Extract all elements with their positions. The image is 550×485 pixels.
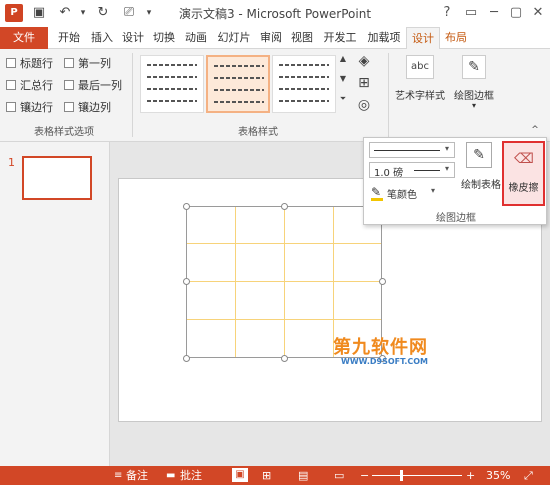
shading-icon[interactable]: ◈	[355, 53, 373, 69]
reading-view-icon[interactable]: ▤	[298, 468, 308, 483]
collapse-ribbon-icon[interactable]: ^	[528, 125, 542, 135]
zoom-level[interactable]: 35%	[486, 468, 510, 483]
table-style-thumbnail[interactable]	[272, 55, 336, 113]
tab-animations[interactable]: 动画	[180, 27, 212, 49]
wordart-styles-button[interactable]: abc 艺术字样式	[394, 53, 446, 105]
draw-table-button[interactable]: ✎ 绘制表格	[458, 142, 502, 192]
notes-button[interactable]: 备注	[126, 468, 148, 483]
fit-to-window-icon[interactable]: ⤢	[524, 468, 533, 483]
gallery-scroll-down-icon[interactable]: ▼	[337, 74, 349, 83]
notes-icon[interactable]: ≡	[114, 468, 122, 483]
wordart-icon: abc	[406, 55, 434, 79]
tab-review[interactable]: 审阅	[256, 27, 286, 49]
eraser-button[interactable]: ⌫ 橡皮擦	[502, 141, 545, 206]
draw-table-icon: ✎	[466, 142, 492, 168]
resize-handle[interactable]	[379, 278, 386, 285]
help-icon[interactable]: ?	[436, 3, 458, 23]
zoom-slider-thumb[interactable]	[400, 470, 403, 481]
watermark-logo: 第九软件网	[333, 337, 428, 358]
table-style-thumbnail-selected[interactable]	[206, 55, 270, 113]
total-row-checkbox[interactable]	[6, 80, 16, 90]
comments-button[interactable]: 批注	[180, 468, 202, 483]
resize-handle[interactable]	[281, 203, 288, 210]
eraser-icon: ⌫	[514, 151, 534, 167]
slide-thumbnail-pane: 1	[0, 142, 110, 466]
first-column-checkbox[interactable]	[64, 58, 74, 68]
gallery-more-icon[interactable]: ⏷	[337, 94, 349, 104]
minimize-icon[interactable]: ─	[483, 3, 505, 23]
banded-rows-label: 镶边行	[20, 101, 53, 114]
draw-borders-label: 绘图边框	[454, 91, 494, 102]
tab-insert[interactable]: 插入	[86, 27, 118, 49]
banded-columns-label: 镶边列	[78, 101, 111, 114]
pen-weight-dropdown[interactable]: 1.0 磅 ▾	[369, 162, 455, 179]
pen-weight-value: 1.0 磅	[374, 168, 404, 179]
normal-view-icon[interactable]: ▣	[232, 468, 248, 482]
group-divider	[132, 53, 133, 137]
tab-file[interactable]: 文件	[0, 27, 48, 49]
resize-handle[interactable]	[183, 203, 190, 210]
table-style-options-group-label: 表格样式选项	[34, 127, 94, 138]
tab-table-layout[interactable]: 布局	[440, 27, 472, 49]
tab-developer[interactable]: 开发工	[318, 27, 362, 49]
draw-borders-group-label: 绘图边框	[436, 213, 476, 224]
table-style-thumbnail[interactable]	[140, 55, 204, 113]
zoom-in-icon[interactable]: +	[466, 468, 475, 483]
gallery-scroll-up-icon[interactable]: ▲	[337, 54, 349, 63]
draw-borders-icon: ✎	[462, 55, 486, 79]
zoom-slider-track[interactable]	[372, 475, 462, 476]
resize-handle[interactable]	[183, 278, 190, 285]
resize-handle[interactable]	[183, 355, 190, 362]
title-bar: P ▣ ↶ ▾ ↻ ⎚ ▾ 演示文稿3 - Microsoft PowerPoi…	[0, 0, 550, 27]
watermark-url: WWW.D9SOFT.COM	[341, 357, 429, 366]
maximize-icon[interactable]: ▢	[505, 3, 527, 23]
tab-slideshow[interactable]: 幻灯片	[212, 27, 256, 49]
pen-color-button[interactable]: ✎ 笔颜色 ▾	[369, 184, 455, 202]
tab-table-design[interactable]: 设计	[406, 27, 440, 49]
ribbon: 标题行 第一列 汇总行 最后一列 镶边行 镶边列 表格样式选项 ▲ ▼ ⏷ ◈ …	[0, 49, 550, 142]
banded-columns-checkbox[interactable]	[64, 102, 74, 112]
group-divider	[388, 53, 389, 137]
header-row-label: 标题行	[20, 57, 53, 70]
draw-borders-button[interactable]: ✎ 绘图边框 ▾	[450, 53, 498, 113]
first-column-label: 第一列	[78, 57, 111, 70]
banded-rows-checkbox[interactable]	[6, 102, 16, 112]
last-column-checkbox[interactable]	[64, 80, 74, 90]
tab-addins[interactable]: 加载项	[362, 27, 406, 49]
ribbon-display-icon[interactable]: ▭	[460, 3, 482, 23]
slideshow-icon[interactable]: ▭	[334, 468, 344, 483]
header-row-checkbox[interactable]	[6, 58, 16, 68]
draw-borders-dropdown-icon: ▾	[471, 101, 476, 110]
draw-table-label: 绘制表格	[461, 180, 501, 191]
status-bar: ≡ 备注 ▬ 批注 ▣ ⊞ ▤ ▭ − + 35% ⤢	[0, 466, 550, 485]
table-styles-group-label: 表格样式	[238, 127, 278, 138]
comments-icon[interactable]: ▬	[166, 468, 175, 483]
zoom-out-icon[interactable]: −	[360, 468, 369, 483]
borders-icon[interactable]: ⊞	[355, 75, 373, 91]
effects-icon[interactable]: ◎	[355, 97, 373, 113]
slide-thumbnail[interactable]	[22, 156, 92, 200]
wordart-styles-label: 艺术字样式	[395, 91, 445, 102]
eraser-label: 橡皮擦	[508, 183, 539, 194]
total-row-label: 汇总行	[20, 79, 53, 92]
close-icon[interactable]: ✕	[527, 3, 549, 23]
tab-design[interactable]: 设计	[118, 27, 148, 49]
pen-color-icon: ✎	[371, 185, 382, 199]
pen-color-label: 笔颜色	[387, 190, 417, 201]
resize-handle[interactable]	[281, 355, 288, 362]
slide-sorter-icon[interactable]: ⊞	[262, 468, 271, 483]
pen-style-dropdown[interactable]: ▾	[369, 142, 455, 158]
tab-view[interactable]: 视图	[286, 27, 318, 49]
last-column-label: 最后一列	[78, 79, 122, 92]
tab-home[interactable]: 开始	[52, 27, 86, 49]
ribbon-tabs: 文件 开始 插入 设计 切换 动画 幻灯片 审阅 视图 开发工 加载项 设计 布…	[0, 27, 550, 49]
slide-number: 1	[8, 156, 15, 169]
tab-transitions[interactable]: 切换	[148, 27, 180, 49]
